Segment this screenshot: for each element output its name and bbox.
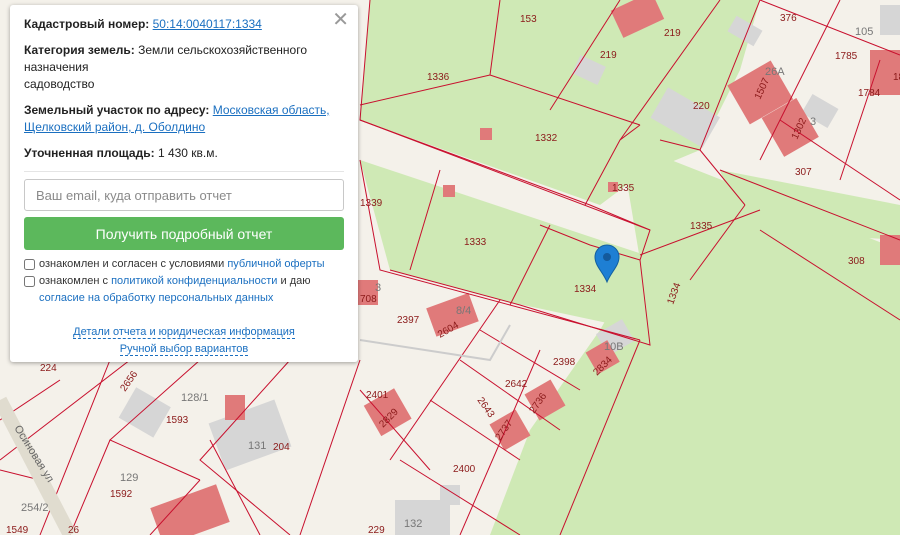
get-report-button[interactable]: Получить подробный отчет (24, 217, 344, 250)
parcel-label: 308 (848, 256, 865, 267)
privacy-checkbox[interactable] (24, 276, 35, 287)
parcel-label: 2401 (366, 390, 389, 401)
area-label: Уточненная площадь: (24, 146, 155, 160)
privacy-policy-link[interactable]: политикой конфиденциальности (111, 275, 277, 287)
divider (24, 171, 344, 172)
privacy-consent-text: ознакомлен с (39, 275, 109, 287)
panel-bottom-links: Детали отчета и юридическая информация Р… (24, 324, 344, 358)
cadastral-row: Кадастровый номер: 50:14:0040117:1334 (24, 16, 344, 33)
parcel-label: 1335 (612, 183, 635, 194)
offer-consent-text: ознакомлен и согласен с условиями (39, 258, 225, 270)
parcel-label: 220 (693, 101, 710, 112)
parcel-label: 132 (404, 518, 422, 530)
area-value: 1 430 кв.м. (157, 146, 218, 160)
parcel-label: 1332 (535, 133, 558, 144)
parcel-label: 1336 (427, 72, 450, 83)
parcel-label: 26 (68, 525, 80, 535)
parcel-label: 129 (120, 472, 138, 484)
offer-checkbox[interactable] (24, 259, 35, 270)
parcel-label: 8/4 (456, 305, 471, 317)
parcel-label: 204 (273, 442, 290, 453)
personal-data-consent-link[interactable]: согласие на обработку персональных данны… (39, 292, 273, 304)
parcel-label: 229 (368, 525, 385, 535)
category-value: назначения (24, 60, 89, 74)
category-value: садоводство (24, 77, 95, 91)
address-row: Земельный участок по адресу: Московская … (24, 102, 344, 136)
close-icon[interactable]: ✕ (332, 10, 349, 30)
offer-consent: ознакомлен и согласен с условиями публич… (24, 256, 344, 273)
parcel-label: 26А (765, 66, 785, 78)
parcel-label: 1784 (858, 88, 881, 99)
parcel-label: 105 (855, 26, 873, 38)
public-offer-link[interactable]: публичной оферты (227, 258, 324, 270)
parcel-label: 307 (795, 167, 812, 178)
parcel-label: 1549 (6, 525, 29, 535)
cadastral-number-link[interactable]: 50:14:0040117:1334 (153, 17, 262, 31)
parcel-label: 219 (600, 50, 617, 61)
address-label: Земельный участок по адресу: (24, 103, 210, 117)
category-label: Категория земель: (24, 43, 135, 57)
area-row: Уточненная площадь: 1 430 кв.м. (24, 145, 344, 162)
parcel-label: 3 (375, 282, 381, 294)
parcel-label: 219 (664, 28, 681, 39)
parcel-label: 1339 (360, 198, 383, 209)
address-link[interactable]: Щелковский район, д. Оболдино (24, 120, 205, 134)
parcel-label: 131 (248, 440, 266, 452)
parcel-label: 18 (893, 72, 900, 83)
parcel-label: 128/1 (181, 392, 209, 404)
parcel-label: 1334 (574, 284, 597, 295)
parcel-label: 254/2 (21, 502, 49, 514)
parcel-label: 376 (780, 13, 797, 24)
parcel-label: 153 (520, 14, 537, 25)
parcel-label: 1335 (690, 221, 713, 232)
category-value: Земли сельскохозяйственного (138, 43, 308, 57)
parcel-label: 2400 (453, 464, 476, 475)
privacy-consent: ознакомлен с политикой конфиденциальност… (24, 273, 344, 307)
parcel-label: 2642 (505, 379, 528, 390)
parcel-label: 708 (360, 294, 377, 305)
parcel-label: 2398 (553, 357, 576, 368)
parcel-label: 1593 (166, 415, 189, 426)
parcel-label: 1333 (464, 237, 487, 248)
parcel-info-panel: ✕ Кадастровый номер: 50:14:0040117:1334 … (10, 5, 358, 362)
parcel-label: 2397 (397, 315, 420, 326)
parcel-label: 224 (40, 363, 57, 374)
category-row: Категория земель: Земли сельскохозяйстве… (24, 42, 344, 93)
cadastral-label: Кадастровый номер: (24, 17, 150, 31)
parcel-label: 3 (810, 116, 816, 128)
email-input[interactable] (24, 179, 344, 211)
parcel-label: 1592 (110, 489, 133, 500)
report-details-link[interactable]: Детали отчета и юридическая информация (73, 326, 295, 339)
parcel-label: 10В (604, 341, 624, 353)
manual-selection-link[interactable]: Ручной выбор вариантов (119, 343, 249, 356)
parcel-label: 1785 (835, 51, 858, 62)
privacy-consent-text: и даю (280, 275, 311, 287)
address-link[interactable]: Московская область, (213, 103, 330, 117)
